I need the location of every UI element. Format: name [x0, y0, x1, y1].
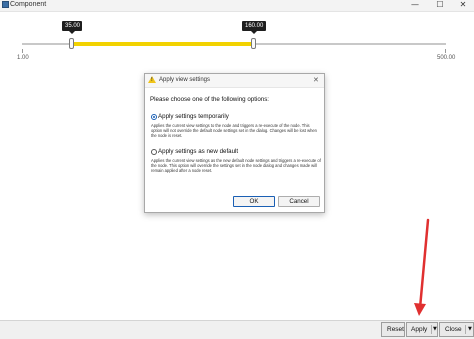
- annotation-arrow-icon: [414, 218, 430, 316]
- arrow-head: [414, 303, 426, 316]
- arrow-shaft: [418, 218, 430, 310]
